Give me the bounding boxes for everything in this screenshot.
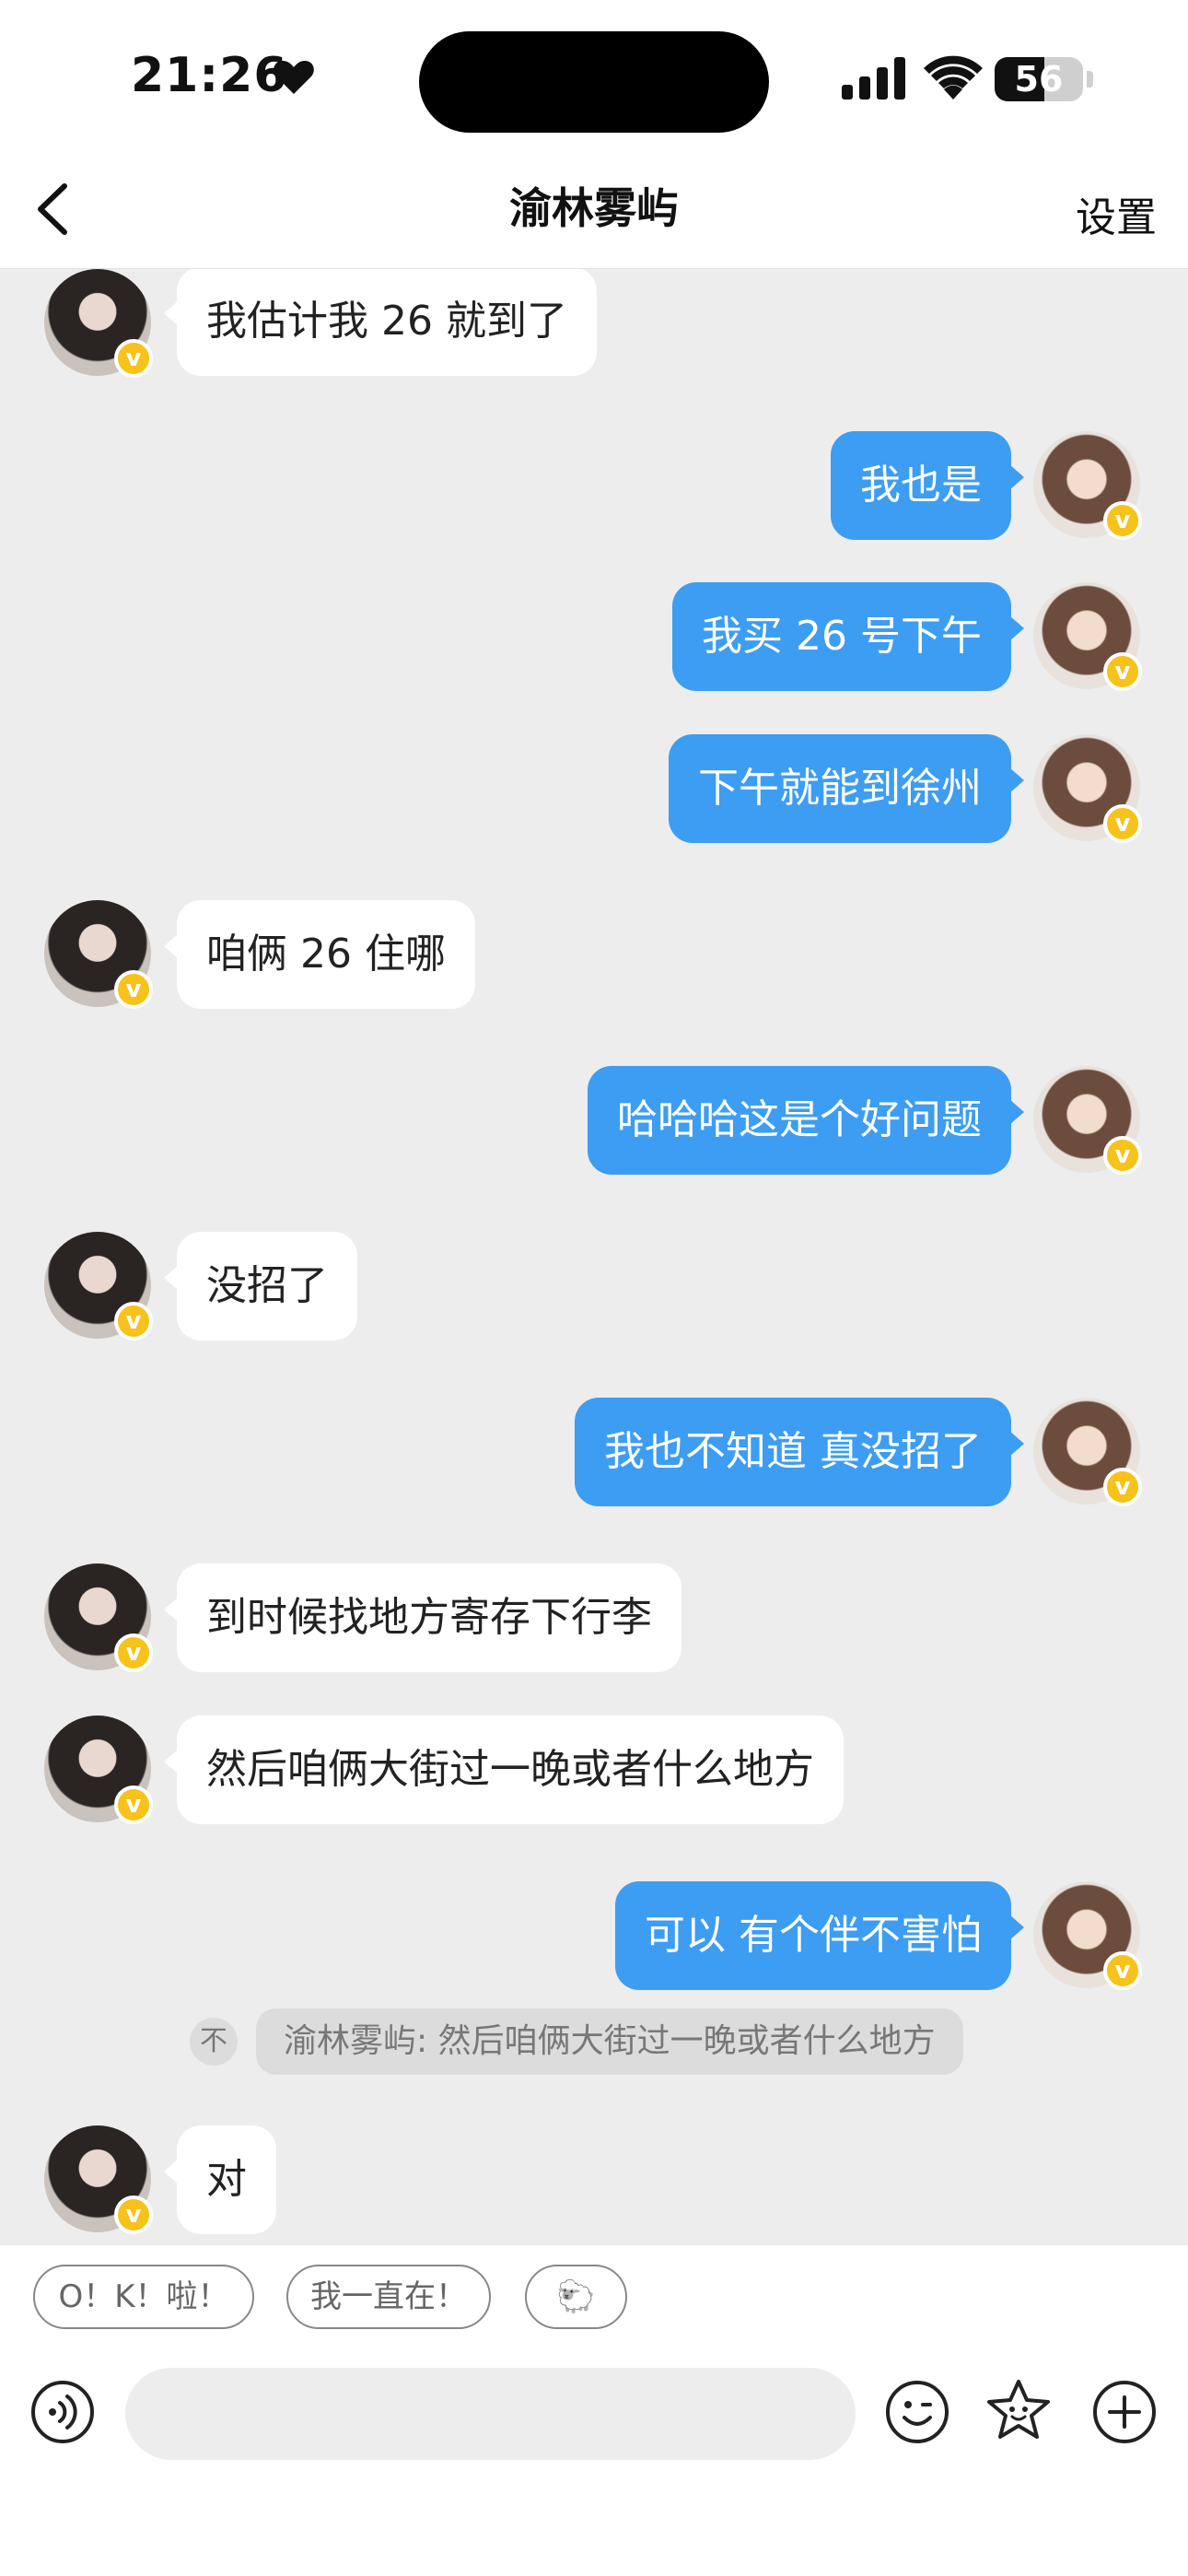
verified-badge: v — [114, 1633, 153, 1672]
verified-badge: v — [114, 1786, 153, 1824]
avatar[interactable]: v — [1033, 1398, 1142, 1506]
avatar[interactable]: v — [1033, 431, 1142, 540]
avatar[interactable]: v — [1033, 1881, 1142, 1990]
avatar[interactable]: v — [44, 900, 153, 1009]
battery-indicator: 56 — [995, 57, 1083, 101]
chat-title: 渝林雾屿 — [509, 183, 679, 233]
verified-badge: v — [114, 970, 153, 1009]
status-time: 21:26 — [131, 48, 288, 103]
battery-percent: 56 — [1014, 59, 1064, 100]
input-area: O！K！啦！ 我一直在！ 🐑 — [0, 2245, 1188, 2576]
outgoing-message[interactable]: 我也不知道 真没招了 — [575, 1398, 1024, 1506]
incoming-message[interactable]: 到时候找地方寄存下行李 — [164, 1563, 681, 1672]
avatar[interactable]: v — [44, 2125, 153, 2234]
settings-button[interactable]: 设置 — [1076, 184, 1157, 243]
avatar[interactable]: v — [44, 1715, 153, 1824]
message-list[interactable]: v 我估计我 26 就到了 v 我也是 v 我买 26 号下午 v 下午就能到徐州 v 咱俩 26… — [0, 269, 1188, 2245]
incoming-message[interactable]: 对 — [164, 2125, 276, 2234]
plus-icon[interactable] — [1091, 2379, 1158, 2445]
verified-badge: v — [1103, 652, 1142, 691]
cellular-signal-icon — [842, 57, 905, 100]
quick-reply-chip[interactable]: 🐑 — [525, 2265, 627, 2329]
outgoing-message[interactable]: 哈哈哈这是个好问题 — [588, 1066, 1024, 1175]
quoted-message[interactable]: 渝林雾屿: 然后咱俩大街过一晚或者什么地方 — [256, 2008, 963, 2075]
quick-reply-chip[interactable]: 我一直在！ — [286, 2265, 491, 2329]
verified-badge: v — [1103, 1951, 1142, 1990]
avatar[interactable]: v — [1033, 734, 1142, 843]
heart-icon — [274, 61, 314, 94]
verified-badge: v — [1103, 501, 1142, 540]
avatar[interactable]: v — [44, 1232, 153, 1341]
verified-badge: v — [114, 1302, 153, 1341]
quote-icon: 不 — [190, 2018, 238, 2066]
battery-cap — [1087, 71, 1093, 88]
avatar[interactable]: v — [1033, 582, 1142, 691]
outgoing-message[interactable]: 可以 有个伴不害怕 — [615, 1881, 1024, 1990]
incoming-message[interactable]: 咱俩 26 住哪 — [164, 900, 475, 1009]
incoming-message[interactable]: 没招了 — [164, 1232, 357, 1341]
incoming-message[interactable]: 我估计我 26 就到了 — [164, 269, 597, 376]
verified-badge: v — [1103, 804, 1142, 843]
incoming-message[interactable]: 然后咱俩大街过一晚或者什么地方 — [164, 1715, 844, 1824]
outgoing-message[interactable]: 下午就能到徐州 — [669, 734, 1024, 843]
chat-screen: 21:26 56 渝林雾屿 设置 v 我估计我 26 就到了 v 我也是 v 我… — [0, 0, 1188, 2576]
wifi-icon — [924, 55, 983, 100]
message-input[interactable] — [125, 2368, 856, 2460]
status-bar: 21:26 56 — [0, 0, 1188, 157]
avatar[interactable]: v — [44, 1563, 153, 1672]
verified-badge: v — [1103, 1468, 1142, 1506]
outgoing-message[interactable]: 我买 26 号下午 — [672, 582, 1024, 691]
sticker-icon[interactable] — [984, 2376, 1054, 2446]
voice-icon[interactable] — [29, 2379, 96, 2445]
avatar[interactable]: v — [44, 269, 153, 378]
nav-bar: 渝林雾屿 设置 — [0, 157, 1188, 269]
verified-badge: v — [114, 2195, 153, 2234]
emoji-icon[interactable] — [884, 2379, 950, 2445]
quick-reply-chip[interactable]: O！K！啦！ — [33, 2265, 254, 2329]
avatar[interactable]: v — [1033, 1066, 1142, 1175]
dynamic-island — [419, 31, 769, 133]
verified-badge: v — [114, 339, 153, 378]
verified-badge: v — [1103, 1136, 1142, 1175]
outgoing-message[interactable]: 我也是 — [831, 431, 1024, 540]
